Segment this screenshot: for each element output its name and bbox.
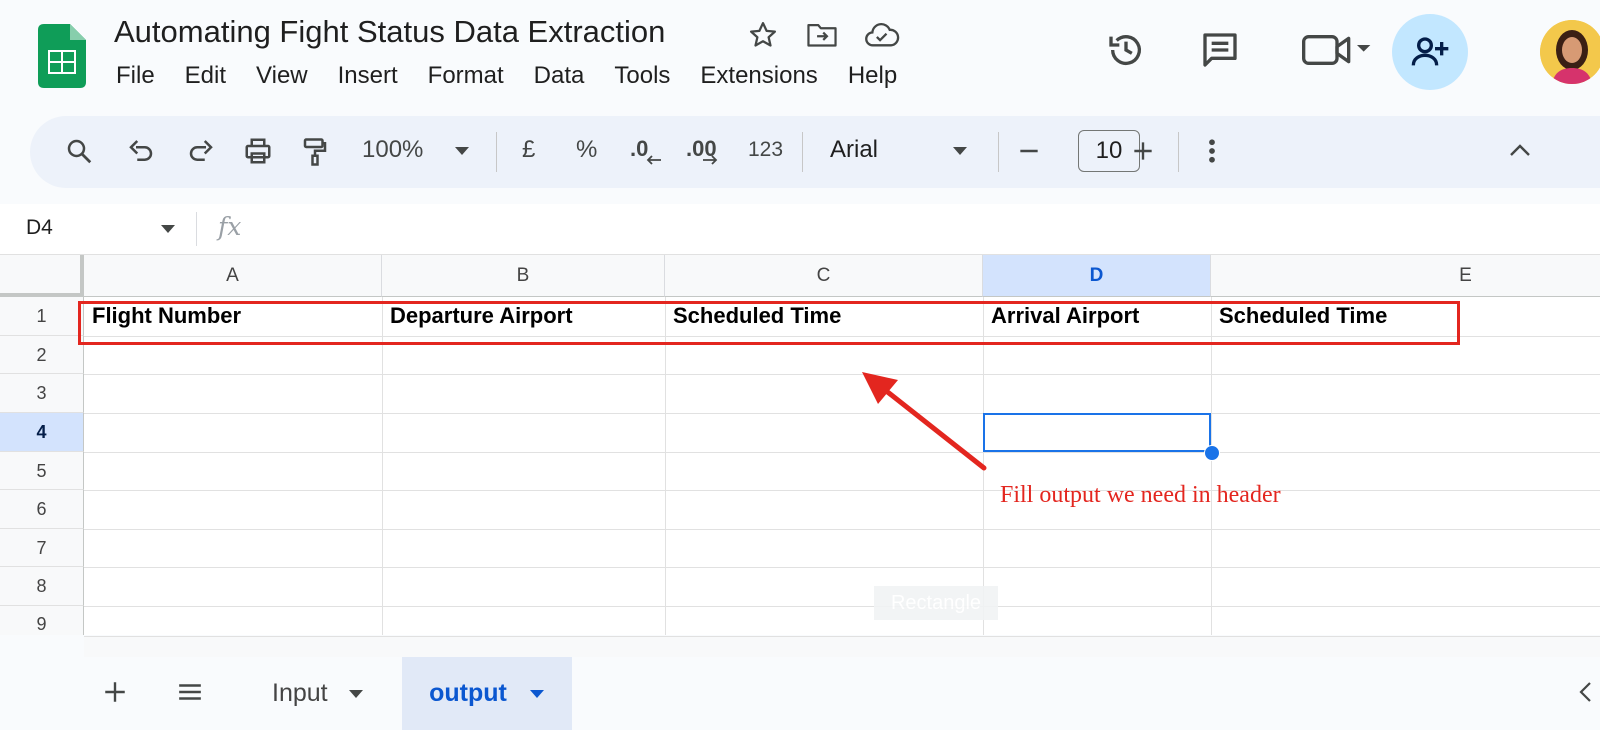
- name-box-dropdown-icon[interactable]: [160, 224, 176, 234]
- grid-line: [84, 567, 1600, 568]
- column-header-a[interactable]: A: [84, 255, 382, 297]
- menu-data[interactable]: Data: [534, 62, 585, 90]
- toolbar-divider: [998, 132, 999, 172]
- decrease-decimal-button[interactable]: .0: [630, 136, 661, 165]
- more-formats-button[interactable]: 123: [748, 138, 783, 162]
- tooltip-watermark: Rectangle: [874, 586, 998, 620]
- arrow-right-icon: [702, 154, 718, 166]
- column-header-d[interactable]: D: [983, 255, 1211, 297]
- print-icon[interactable]: [242, 136, 274, 166]
- all-sheets-icon[interactable]: [176, 679, 204, 705]
- scroll-tabs-left-icon[interactable]: [1578, 681, 1592, 703]
- menu-file[interactable]: File: [116, 62, 155, 90]
- row-header-8[interactable]: 8: [0, 567, 84, 606]
- add-sheet-icon[interactable]: [102, 679, 128, 705]
- document-title[interactable]: Automating Fight Status Data Extraction: [114, 14, 665, 50]
- user-avatar[interactable]: [1540, 20, 1600, 84]
- menu-help[interactable]: Help: [848, 62, 897, 90]
- formula-bar: D4 fx: [0, 204, 1600, 255]
- sheets-logo-icon[interactable]: [38, 24, 86, 88]
- annotation-text: Fill output we need in header: [1000, 482, 1281, 508]
- version-history-icon[interactable]: [1106, 30, 1146, 70]
- column-header-e[interactable]: E: [1211, 255, 1600, 297]
- star-icon[interactable]: [748, 20, 778, 50]
- spreadsheet-grid[interactable]: A B C D E 1 2 3 4 5 6 7 8 9 Flight Numbe…: [0, 255, 1600, 635]
- comments-icon[interactable]: [1200, 30, 1240, 70]
- grid-line: [382, 297, 383, 635]
- meet-video-icon[interactable]: [1302, 30, 1372, 70]
- move-folder-icon[interactable]: [806, 20, 838, 50]
- menu-edit[interactable]: Edit: [185, 62, 226, 90]
- menu-bar: File Edit View Insert Format Data Tools …: [116, 62, 927, 90]
- zoom-select[interactable]: 100%: [362, 136, 423, 164]
- grid-line: [84, 452, 1600, 453]
- row-header-1[interactable]: 1: [0, 297, 84, 336]
- select-all-corner[interactable]: [0, 255, 84, 297]
- increase-decimal-button[interactable]: .00: [686, 136, 718, 165]
- row-header-4[interactable]: 4: [0, 413, 84, 452]
- menu-insert[interactable]: Insert: [338, 62, 398, 90]
- name-box[interactable]: D4: [26, 216, 53, 240]
- share-button[interactable]: [1392, 14, 1468, 90]
- row-header-3[interactable]: 3: [0, 374, 84, 413]
- sheet-tab-input[interactable]: Input: [272, 657, 364, 730]
- menu-tools[interactable]: Tools: [614, 62, 670, 90]
- toolbar: 100% £ % .0 .00 123 Arial 10: [30, 116, 1600, 188]
- undo-icon[interactable]: [126, 136, 156, 166]
- arrow-left-icon: [646, 154, 662, 166]
- format-percent-button[interactable]: %: [576, 136, 597, 164]
- row-header-6[interactable]: 6: [0, 490, 84, 529]
- toolbar-divider: [802, 132, 803, 172]
- grid-line: [84, 413, 1600, 414]
- font-dropdown-icon[interactable]: [952, 146, 968, 156]
- formula-divider: [196, 212, 197, 246]
- toolbar-divider: [1178, 132, 1179, 172]
- zoom-dropdown-icon[interactable]: [454, 146, 470, 156]
- menu-extensions[interactable]: Extensions: [700, 62, 817, 90]
- decrease-font-size-icon[interactable]: [1016, 138, 1042, 164]
- increase-font-size-icon[interactable]: [1130, 138, 1156, 164]
- more-options-icon[interactable]: [1202, 136, 1222, 166]
- menu-format[interactable]: Format: [428, 62, 504, 90]
- paint-format-icon[interactable]: [300, 136, 330, 168]
- column-header-b[interactable]: B: [382, 255, 665, 297]
- column-header-c[interactable]: C: [665, 255, 983, 297]
- row-header-2[interactable]: 2: [0, 336, 84, 374]
- row-header-9[interactable]: 9: [0, 606, 84, 635]
- zoom-value: 100%: [362, 136, 424, 163]
- horizontal-scrollbar[interactable]: [84, 636, 1600, 657]
- sheet-tab-output[interactable]: output: [402, 657, 572, 730]
- format-currency-button[interactable]: £: [522, 136, 535, 164]
- selected-cell-d4[interactable]: [983, 413, 1211, 452]
- grid-line: [1211, 297, 1212, 635]
- add-person-icon: [1410, 32, 1450, 72]
- grid-line: [84, 529, 1600, 530]
- sheet-tab-label: Input: [272, 679, 328, 707]
- row-header-7[interactable]: 7: [0, 529, 84, 567]
- redo-icon[interactable]: [186, 136, 216, 166]
- row-header-5[interactable]: 5: [0, 452, 84, 490]
- menu-view[interactable]: View: [256, 62, 308, 90]
- annotation-arrow-icon: [850, 366, 990, 476]
- chevron-down-icon[interactable]: [348, 689, 364, 699]
- search-menus-icon[interactable]: [64, 136, 94, 166]
- fill-handle[interactable]: [1204, 445, 1220, 461]
- cloud-saved-icon[interactable]: [864, 20, 900, 50]
- grid-line: [84, 606, 1600, 607]
- sheet-tab-bar: Input output: [0, 657, 1600, 730]
- font-select[interactable]: Arial: [830, 136, 878, 164]
- fx-icon: fx: [218, 212, 242, 241]
- toolbar-divider: [496, 132, 497, 172]
- grid-line: [84, 374, 1600, 375]
- annotation-highlight-rectangle: [78, 301, 1460, 345]
- grid-line: [84, 490, 1600, 491]
- chevron-down-icon[interactable]: [529, 689, 545, 699]
- sheet-tab-label: output: [429, 679, 507, 707]
- collapse-menus-icon[interactable]: [1508, 142, 1532, 158]
- grid-line: [665, 297, 666, 635]
